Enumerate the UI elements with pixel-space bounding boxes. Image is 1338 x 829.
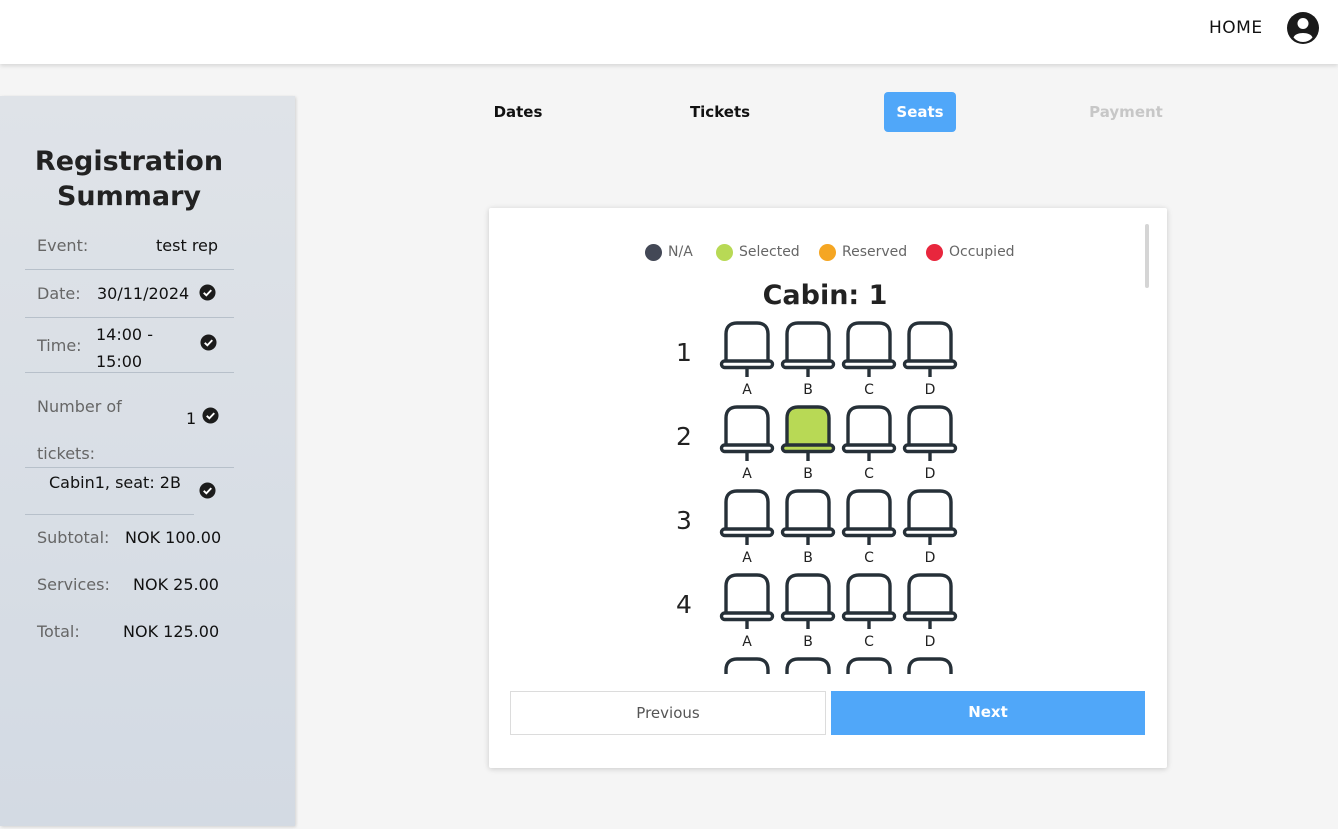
- summary-tickets-row: Number of tickets: 1: [25, 373, 234, 468]
- seat-3A[interactable]: [719, 488, 775, 546]
- legend-reserved-label: Reserved: [842, 244, 908, 260]
- step-dates[interactable]: Dates: [478, 92, 558, 132]
- seat-column-label: D: [924, 466, 936, 482]
- seat-column-label: B: [803, 634, 813, 650]
- total-value: NOK 125.00: [123, 622, 220, 641]
- home-link[interactable]: HOME: [1209, 18, 1263, 38]
- summary-time-row: Time: 14:00 - 15:00: [25, 318, 234, 373]
- services-value: NOK 25.00: [133, 575, 219, 594]
- seat-column-label: A: [742, 550, 752, 566]
- seat-selection-card: N/A Selected Reserved Occupied Cabin: 1 …: [489, 208, 1167, 768]
- seat-2C[interactable]: [841, 404, 897, 462]
- row-number: 3: [676, 506, 692, 535]
- seat-column-label: B: [803, 466, 813, 482]
- seat-3C[interactable]: [841, 488, 897, 546]
- date-value: 30/11/2024: [97, 284, 190, 303]
- tickets-label-line2: tickets:: [37, 444, 96, 463]
- seat-2A[interactable]: [719, 404, 775, 462]
- time-value: 14:00 - 15:00: [96, 321, 153, 375]
- legend-selected-dot: [716, 244, 733, 261]
- step-navigation: Dates Tickets Seats Payment: [0, 92, 1338, 132]
- summary-subtotal-row: Subtotal: NOK 100.00: [25, 524, 234, 554]
- summary-seat-row: Cabin1, seat: 2B: [25, 468, 216, 515]
- summary-title-line1: Registration: [34, 146, 224, 177]
- legend-reserved-dot: [819, 244, 836, 261]
- seat-1C[interactable]: [841, 320, 897, 378]
- summary-total-row: Total: NOK 125.00: [25, 618, 234, 648]
- seat-column-label: C: [864, 382, 874, 398]
- seat-column-label: A: [742, 382, 752, 398]
- step-payment: Payment: [1089, 103, 1163, 121]
- seat-1A[interactable]: [719, 320, 775, 378]
- tickets-value: 1: [186, 409, 197, 428]
- top-nav-bar: HOME: [0, 0, 1338, 64]
- seat-legend: N/A Selected Reserved Occupied: [489, 242, 1167, 262]
- row-number: 1: [676, 338, 692, 367]
- time-value-start: 14:00 -: [96, 325, 153, 344]
- seat-nextD[interactable]: [902, 656, 958, 674]
- tickets-label-line1: Number of: [37, 397, 122, 416]
- seat-column-label: C: [864, 550, 874, 566]
- summary-title-line2: Summary: [56, 181, 202, 212]
- seat-nextB[interactable]: [780, 656, 836, 674]
- seat-column-label: B: [803, 382, 813, 398]
- tickets-label: Number of tickets:: [37, 383, 122, 477]
- seat-column-label: B: [803, 550, 813, 566]
- seat-4A[interactable]: [719, 572, 775, 630]
- seat-column-label: C: [864, 466, 874, 482]
- event-value: test rep: [156, 236, 219, 255]
- account-circle-icon[interactable]: [1286, 11, 1320, 45]
- legend-occupied-label: Occupied: [949, 244, 1015, 260]
- step-tickets[interactable]: Tickets: [680, 92, 760, 132]
- legend-selected-label: Selected: [739, 244, 800, 260]
- seat-value: Cabin1, seat: 2B: [49, 473, 181, 492]
- check-circle-icon: [200, 334, 217, 351]
- seat-3B[interactable]: [780, 488, 836, 546]
- seat-column-label: D: [924, 634, 936, 650]
- event-label: Event:: [37, 236, 89, 255]
- seat-2B-selected[interactable]: [780, 404, 836, 462]
- seat-column-label: A: [742, 466, 752, 482]
- summary-services-row: Services: NOK 25.00: [25, 571, 234, 601]
- seat-column-label: D: [924, 550, 936, 566]
- seat-nextA[interactable]: [719, 656, 775, 674]
- check-circle-icon: [202, 407, 219, 424]
- seat-2D[interactable]: [902, 404, 958, 462]
- seat-1D[interactable]: [902, 320, 958, 378]
- time-label: Time:: [37, 336, 82, 355]
- seat-4C[interactable]: [841, 572, 897, 630]
- legend-na-dot: [645, 244, 662, 261]
- date-label: Date:: [37, 284, 81, 303]
- seat-3D[interactable]: [902, 488, 958, 546]
- registration-summary-panel: Registration Summary Event: test rep Dat…: [0, 96, 295, 826]
- services-label: Services:: [37, 575, 110, 594]
- seatmap-scrollbar[interactable]: [1145, 224, 1149, 288]
- subtotal-value: NOK 100.00: [125, 528, 222, 547]
- seat-column-label: D: [924, 382, 936, 398]
- step-seats[interactable]: Seats: [884, 92, 956, 132]
- subtotal-label: Subtotal:: [37, 528, 110, 547]
- check-circle-icon: [199, 482, 216, 499]
- seat-column-label: A: [742, 634, 752, 650]
- seat-map: 1 A B C D 2 A B C D 3 A B C D 4 A B C D: [669, 316, 989, 674]
- summary-date-row: Date: 30/11/2024: [25, 270, 234, 318]
- total-label: Total:: [37, 622, 80, 641]
- cabin-title: Cabin: 1: [762, 280, 888, 311]
- seat-1B[interactable]: [780, 320, 836, 378]
- legend-occupied-dot: [926, 244, 943, 261]
- seat-nextC[interactable]: [841, 656, 897, 674]
- next-button[interactable]: Next: [831, 691, 1145, 735]
- seat-4B[interactable]: [780, 572, 836, 630]
- row-number: 2: [676, 422, 692, 451]
- previous-button[interactable]: Previous: [510, 691, 826, 735]
- summary-event-row: Event: test rep: [25, 230, 234, 270]
- row-number: 4: [676, 590, 692, 619]
- seat-4D[interactable]: [902, 572, 958, 630]
- time-value-end: 15:00: [96, 352, 143, 371]
- seat-column-label: C: [864, 634, 874, 650]
- legend-na-label: N/A: [668, 244, 693, 260]
- summary-title: Registration Summary: [0, 144, 258, 214]
- check-circle-icon: [199, 284, 216, 301]
